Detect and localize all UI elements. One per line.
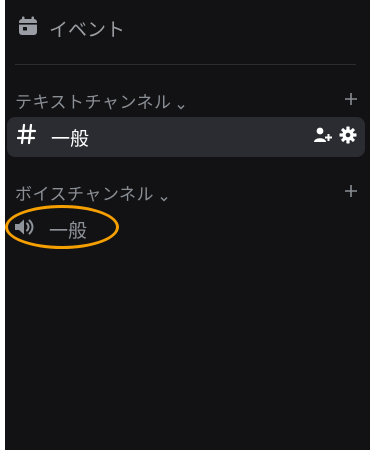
hash-icon <box>16 123 37 151</box>
chevron-down-icon <box>177 96 185 110</box>
add-member-icon[interactable] <box>313 126 333 148</box>
plus-icon <box>345 93 357 105</box>
divider <box>15 64 356 65</box>
category-toggle[interactable]: ボイスチャンネル <box>15 180 168 205</box>
events-item[interactable]: イベント <box>17 14 125 42</box>
gear-icon[interactable] <box>339 126 357 148</box>
channel-sidebar: イベント テキストチャンネル 一般 ボイスチャンネル 一般 <box>5 0 370 450</box>
category-voice-channels: ボイスチャンネル <box>15 180 358 205</box>
highlight-annotation <box>5 205 119 249</box>
plus-icon <box>345 185 357 197</box>
events-label: イベント <box>49 18 126 41</box>
category-toggle[interactable]: テキストチャンネル <box>15 88 185 113</box>
calendar-icon <box>17 15 39 41</box>
chevron-down-icon <box>160 188 168 202</box>
create-channel-button[interactable] <box>344 181 358 203</box>
channel-name: 一般 <box>51 127 90 150</box>
category-title: テキストチャンネル <box>15 92 172 113</box>
text-channel-item[interactable]: 一般 <box>7 117 365 157</box>
create-channel-button[interactable] <box>344 89 358 111</box>
category-title: ボイスチャンネル <box>15 184 154 205</box>
category-text-channels: テキストチャンネル <box>15 88 358 113</box>
